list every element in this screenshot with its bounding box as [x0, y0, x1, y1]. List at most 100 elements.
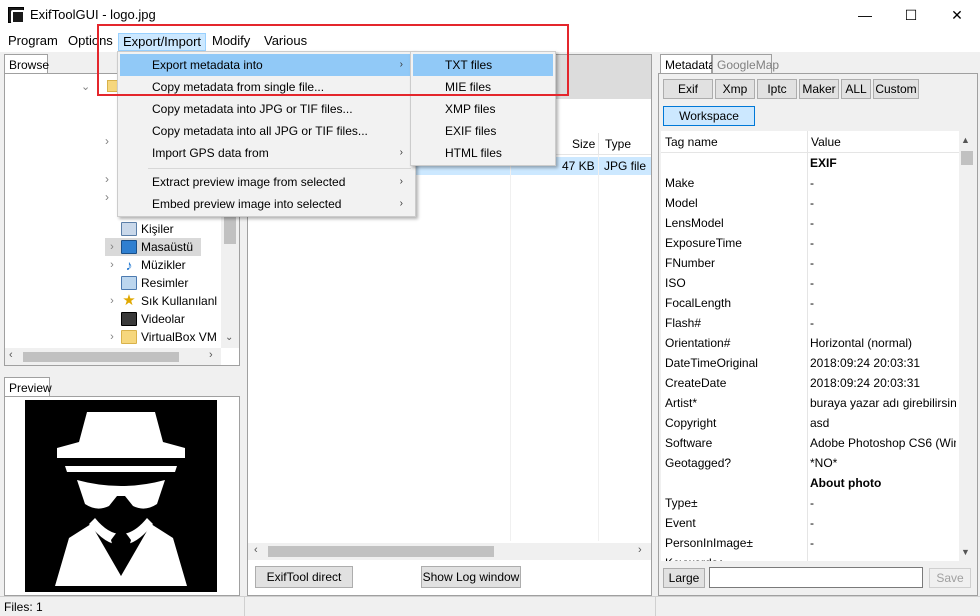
scroll-right-icon[interactable]: ›	[209, 349, 213, 361]
menu-copy-into-all-jpg-tif[interactable]: Copy metadata into all JPG or TIF files.…	[120, 120, 413, 142]
scrollbar-thumb[interactable]	[268, 546, 494, 557]
tree-item-videolar[interactable]: Videolar	[105, 310, 185, 328]
metadata-row[interactable]: Copyright asd	[661, 413, 957, 433]
tree-item-kisiler[interactable]: Kişiler	[105, 220, 174, 238]
app-icon	[8, 7, 25, 24]
chevron-right-icon[interactable]: ›	[105, 172, 109, 186]
scroll-left-icon[interactable]: ‹	[254, 544, 258, 556]
menu-extract-preview[interactable]: Extract preview image from selected ›	[120, 171, 413, 193]
minimize-button[interactable]: —	[842, 0, 888, 30]
column-tag-name: Tag name	[665, 135, 718, 149]
metadata-tag: Flash#	[665, 316, 702, 330]
metadata-row[interactable]: Geotagged? *NO*	[661, 453, 957, 473]
filter-maker-button[interactable]: Maker	[799, 79, 839, 99]
tree-chevron[interactable]: ›	[105, 241, 119, 253]
tree-chevron[interactable]: ›	[105, 331, 119, 343]
metadata-tag: Model	[665, 196, 698, 210]
metadata-row[interactable]: EXIF	[661, 153, 957, 173]
scroll-down-icon[interactable]: ⌄	[225, 332, 233, 343]
filter-xmp-button[interactable]: Xmp	[715, 79, 755, 99]
show-log-button[interactable]: Show Log window	[421, 566, 521, 588]
menu-program[interactable]: Program	[4, 33, 62, 51]
metadata-row[interactable]: FocalLength -	[661, 293, 957, 313]
metadata-tag: Artist*	[665, 396, 698, 410]
file-list-hscrollbar[interactable]: ‹ ›	[248, 543, 651, 560]
metadata-tag: FocalLength	[665, 296, 732, 310]
scroll-right-icon[interactable]: ›	[638, 544, 642, 556]
menu-copy-into-jpg-tif[interactable]: Copy metadata into JPG or TIF files...	[120, 98, 413, 120]
column-size[interactable]: Size	[572, 137, 595, 151]
metadata-row[interactable]: Orientation# Horizontal (normal)	[661, 333, 957, 353]
metadata-tag: CreateDate	[665, 376, 727, 390]
tab-preview[interactable]: Preview	[4, 377, 52, 397]
menu-import-gps[interactable]: Import GPS data from ›	[120, 142, 413, 164]
tree-item-virtualbox[interactable]: › VirtualBox VM	[105, 328, 217, 346]
metadata-value: -	[810, 553, 956, 561]
pictures-icon	[121, 276, 137, 290]
metadata-row[interactable]: FNumber -	[661, 253, 957, 273]
tree-item-masaustu[interactable]: › Masaüstü	[105, 238, 201, 256]
chevron-right-icon[interactable]: ›	[105, 134, 109, 148]
spy-logo-image	[25, 400, 217, 592]
metadata-row[interactable]: Make -	[661, 173, 957, 193]
metadata-row[interactable]: PersonInImage± -	[661, 533, 957, 553]
chevron-down-icon[interactable]: ⌄	[81, 80, 90, 93]
chevron-right-icon[interactable]: ›	[105, 190, 109, 204]
scrollbar-thumb[interactable]	[23, 352, 179, 362]
exiftool-direct-button[interactable]: ExifTool direct	[255, 566, 353, 588]
menu-embed-preview[interactable]: Embed preview image into selected ›	[120, 193, 413, 215]
file-type: JPG file	[604, 159, 647, 173]
metadata-row[interactable]: Event -	[661, 513, 957, 533]
metadata-row[interactable]: ExposureTime -	[661, 233, 957, 253]
tree-horizontal-scrollbar[interactable]: ‹ ›	[5, 348, 221, 365]
metadata-row[interactable]: Keywords±-	[661, 553, 957, 561]
scrollbar-thumb[interactable]	[961, 151, 973, 165]
filter-exif-button[interactable]: Exif	[663, 79, 713, 99]
metadata-row[interactable]: Software Adobe Photoshop CS6 (Win	[661, 433, 957, 453]
column-type[interactable]: Type	[605, 137, 631, 151]
metadata-rows: EXIF Make - Model - LensModel - ExposureTime - FN…	[661, 153, 959, 561]
large-button[interactable]: Large	[663, 568, 705, 588]
tree-item-muzikler[interactable]: › ♪ Müzikler	[105, 256, 186, 274]
tree-chevron[interactable]: ›	[105, 259, 119, 271]
metadata-row[interactable]: CreateDate 2018:09:24 20:03:31	[661, 373, 957, 393]
menu-item-label: Embed preview image into selected	[152, 197, 342, 211]
tab-browse[interactable]: Browse	[4, 54, 49, 74]
submenu-html-files[interactable]: HTML files	[413, 142, 553, 164]
metadata-tag: ExposureTime	[665, 236, 742, 250]
scroll-up-icon[interactable]: ▲	[961, 135, 970, 145]
tree-chevron[interactable]: ›	[105, 295, 119, 307]
tab-googlemap[interactable]: GoogleMap	[712, 54, 779, 74]
filter-all-button[interactable]: ALL	[841, 79, 871, 99]
metadata-edit-input[interactable]	[709, 567, 923, 588]
metadata-row[interactable]: Artist* buraya yazar adı girebilirsini	[661, 393, 957, 413]
maximize-button[interactable]: ☐	[888, 0, 934, 30]
scroll-down-icon[interactable]: ▼	[961, 547, 970, 557]
tree-item-sik-kullanilanlar[interactable]: › ★ Sık Kullanılanl	[105, 292, 217, 310]
metadata-row[interactable]: LensModel -	[661, 213, 957, 233]
metadata-row[interactable]: DateTimeOriginal 2018:09:24 20:03:31	[661, 353, 957, 373]
filter-custom-button[interactable]: Custom	[873, 79, 919, 99]
metadata-row[interactable]: Model -	[661, 193, 957, 213]
tree-item-resimler[interactable]: Resimler	[105, 274, 188, 292]
metadata-vscrollbar[interactable]: ▲ ▼	[959, 131, 975, 561]
star-icon: ★	[122, 292, 136, 309]
metadata-grid[interactable]: Tag name Value EXIF Make - Model - LensModel -…	[661, 131, 975, 561]
submenu-xmp-files[interactable]: XMP files	[413, 98, 553, 120]
metadata-row[interactable]: Type± -	[661, 493, 957, 513]
metadata-tag: PersonInImage±	[665, 536, 753, 550]
filter-iptc-button[interactable]: Iptc	[757, 79, 797, 99]
save-button[interactable]: Save	[929, 568, 971, 588]
tree-item-label: VirtualBox VM	[141, 330, 217, 344]
workspace-button[interactable]: Workspace	[663, 106, 755, 126]
scroll-left-icon[interactable]: ‹	[9, 349, 13, 361]
submenu-arrow-icon: ›	[399, 176, 403, 187]
metadata-row[interactable]: ISO -	[661, 273, 957, 293]
metadata-value: Horizontal (normal)	[810, 336, 913, 350]
metadata-row[interactable]: Flash# -	[661, 313, 957, 333]
metadata-row[interactable]: About photo	[661, 473, 957, 493]
submenu-exif-files[interactable]: EXIF files	[413, 120, 553, 142]
close-button[interactable]: ✕	[934, 0, 980, 30]
tab-metadata[interactable]: Metadata	[660, 54, 715, 74]
column-value: Value	[811, 135, 841, 149]
